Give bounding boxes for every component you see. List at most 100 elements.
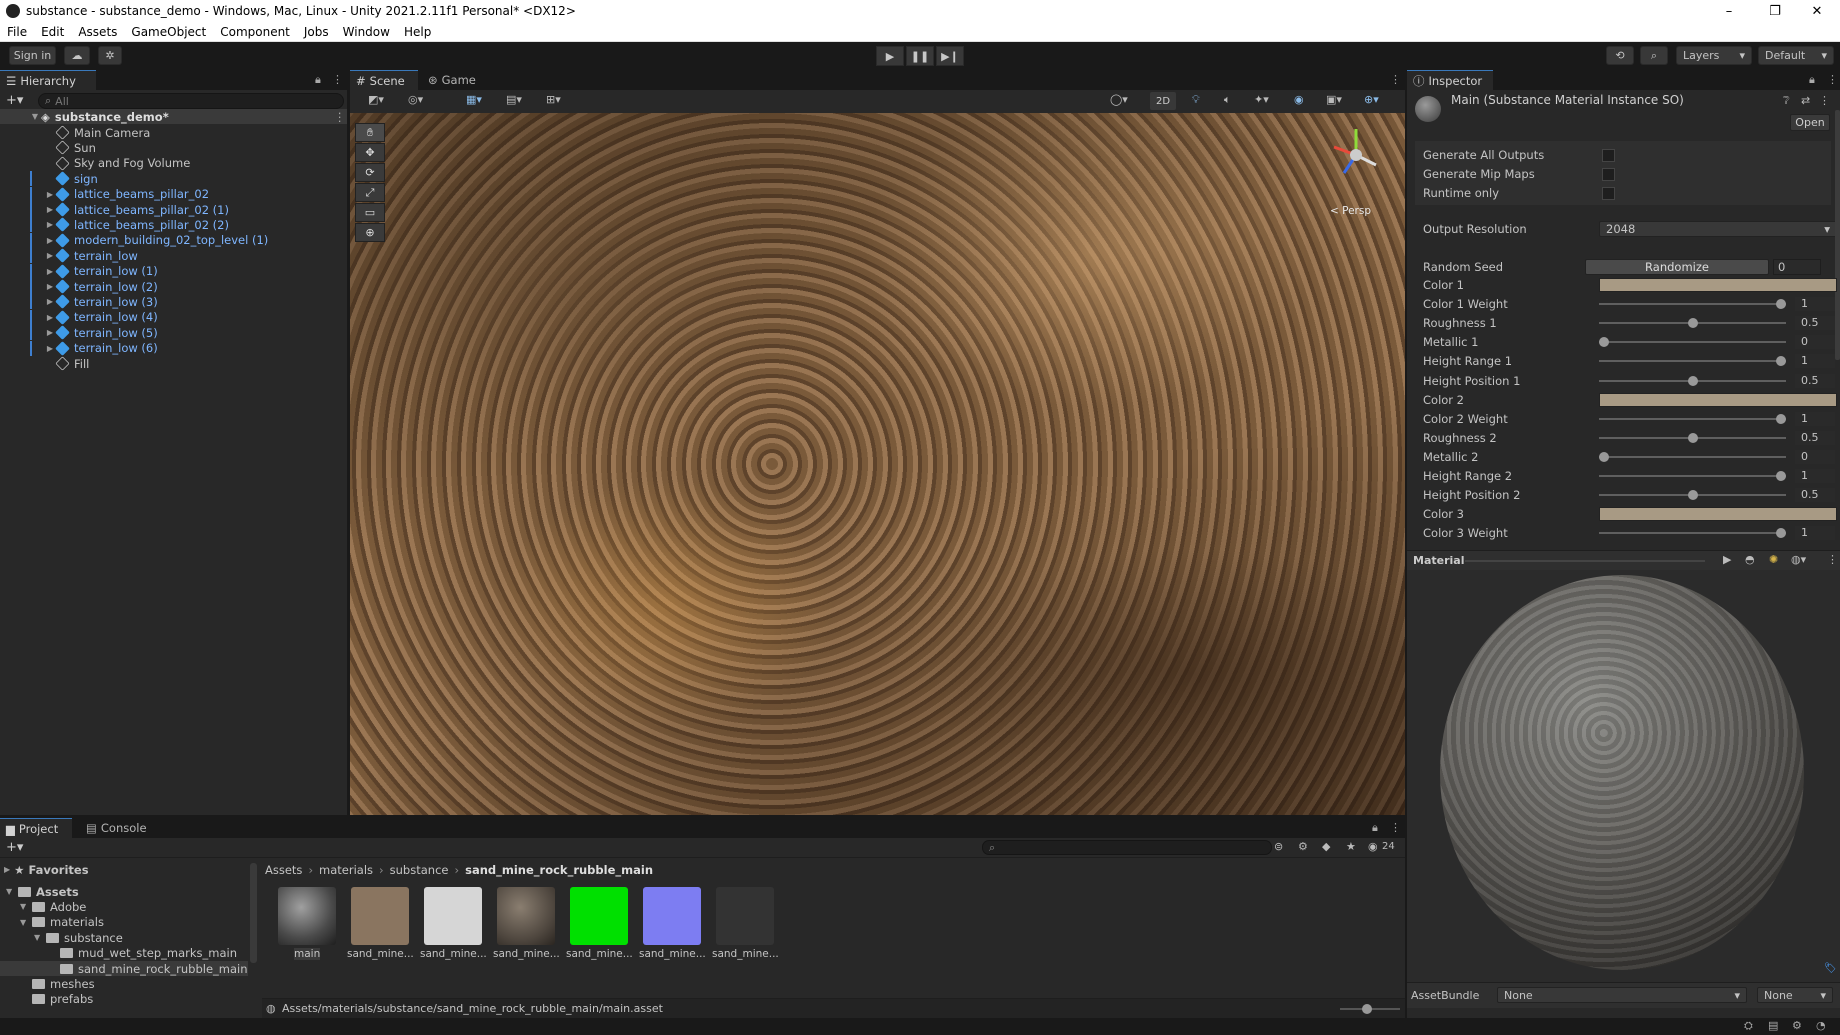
assetbundle-variant-dropdown[interactable]: None ▾ xyxy=(1757,987,1833,1003)
hierarchy-item[interactable]: ▶ lattice_beams_pillar_02 (1) xyxy=(0,202,347,217)
project-search-input[interactable]: ⌕ xyxy=(982,840,1272,855)
orientation-icon[interactable]: ◯▾ xyxy=(1110,93,1128,106)
asset-label[interactable]: sand_mine... xyxy=(493,948,560,960)
grid-snap-icon[interactable]: ▦▾ xyxy=(466,93,482,106)
2d-toggle-button[interactable]: 2D xyxy=(1150,92,1176,110)
menu-gameobject[interactable]: GameObject xyxy=(124,25,213,39)
progress-icon[interactable]: ◔ xyxy=(1816,1019,1826,1032)
kebab-menu-icon[interactable]: ⋮ xyxy=(334,110,346,124)
draw-mode-icon[interactable]: ◩▾ xyxy=(368,93,384,106)
slider-value-field[interactable]: 1 xyxy=(1795,354,1835,369)
kebab-menu-icon[interactable]: ⋮ xyxy=(1390,821,1401,834)
hidden-count-icon[interactable]: ◉ xyxy=(1368,840,1378,853)
cache-server-icon[interactable]: ▤ xyxy=(1768,1019,1778,1032)
audio-icon[interactable]: 🔈︎ xyxy=(1224,93,1231,107)
debug-icon[interactable]: ⚙︎ xyxy=(1792,1019,1802,1032)
tab-hierarchy[interactable]: ☰ Hierarchy xyxy=(0,70,96,90)
persp-label[interactable]: < Persp xyxy=(1330,205,1371,217)
step-button[interactable]: ▶❙ xyxy=(936,46,964,66)
project-tree-item[interactable]: sand_mine_rock_rubble_main xyxy=(0,961,248,976)
gizmos-icon[interactable]: ⊕▾ xyxy=(1364,93,1379,106)
output-resolution-dropdown[interactable]: 2048 ▾ xyxy=(1599,221,1837,237)
material-preview-area[interactable]: 🏷︎ xyxy=(1407,570,1840,983)
tag-icon[interactable]: ◆ xyxy=(1322,840,1330,853)
expand-arrow-icon[interactable]: ▼ xyxy=(20,918,32,927)
layout-dropdown[interactable]: Default ▾ xyxy=(1758,46,1834,65)
search-by-type-icon[interactable]: ⊜ xyxy=(1274,840,1283,853)
lock-icon[interactable]: 🔒︎ xyxy=(1372,821,1378,835)
tab-scene[interactable]: # Scene xyxy=(350,70,418,90)
move-tool-button[interactable]: ✥ xyxy=(355,143,385,162)
runtime-only-checkbox[interactable] xyxy=(1602,186,1615,200)
asset-thumbnail[interactable] xyxy=(278,887,336,945)
project-tree-item[interactable]: ▼ substance xyxy=(0,930,248,945)
collab-status-icon[interactable]: ⛭ xyxy=(1744,1019,1753,1033)
thumbnail-size-knob[interactable] xyxy=(1362,1004,1372,1014)
expand-arrow-icon[interactable]: ▶ xyxy=(44,282,56,291)
collab-icon[interactable]: ✲ xyxy=(98,46,122,65)
project-tree-item[interactable]: meshes xyxy=(0,976,248,991)
asset-thumbnail[interactable] xyxy=(570,887,628,945)
sign-in-button[interactable]: Sign in xyxy=(9,46,56,65)
hierarchy-item[interactable]: sign xyxy=(0,171,347,187)
generate-mip-maps-checkbox[interactable] xyxy=(1602,167,1615,181)
lock-icon[interactable]: 🔒︎ xyxy=(315,73,321,87)
menu-edit[interactable]: Edit xyxy=(34,25,71,39)
orientation-gizmo-icon[interactable] xyxy=(1318,121,1394,191)
shading-icon[interactable]: ◎▾ xyxy=(408,93,423,106)
expand-arrow-icon[interactable]: ▶ xyxy=(44,344,56,353)
hierarchy-item[interactable]: ▶ terrain_low (3) xyxy=(0,294,347,310)
slider-knob[interactable] xyxy=(1599,451,1609,462)
asset-label[interactable]: sand_mine... xyxy=(712,948,779,960)
asset-thumbnail[interactable] xyxy=(716,887,774,945)
hierarchy-item[interactable]: ▶ modern_building_02_top_level (1) xyxy=(0,232,347,248)
expand-arrow-icon[interactable]: ▶ xyxy=(44,220,56,229)
open-button[interactable]: Open xyxy=(1790,114,1830,131)
asset-label[interactable]: sand_mine... xyxy=(347,948,414,960)
slider-value-field[interactable]: 1 xyxy=(1795,469,1835,483)
play-button[interactable]: ▶ xyxy=(876,46,904,66)
breadcrumb-materials[interactable]: materials xyxy=(319,863,373,877)
asset-thumbnail[interactable] xyxy=(643,887,701,945)
scale-tool-button[interactable]: ⤢ xyxy=(355,183,385,202)
slider-knob[interactable] xyxy=(1687,490,1698,501)
preview-mesh-icon[interactable]: ◓ xyxy=(1745,553,1755,566)
project-tree-item[interactable]: ▼ Assets xyxy=(0,884,248,899)
breadcrumb-substance[interactable]: substance xyxy=(390,863,449,877)
expand-arrow-icon[interactable]: ▶ xyxy=(44,251,56,260)
favorites-row[interactable]: ▶ ★ Favorites xyxy=(4,862,89,877)
hierarchy-item[interactable]: ▶ terrain_low xyxy=(0,248,347,264)
asset-label[interactable]: sand_mine... xyxy=(566,948,633,960)
hierarchy-item[interactable]: ▶ terrain_low (5) xyxy=(0,325,347,341)
hierarchy-item[interactable]: Fill xyxy=(0,356,347,371)
expand-arrow-icon[interactable]: ▶ xyxy=(44,267,56,276)
pause-button[interactable]: ❚❚ xyxy=(906,46,934,66)
label-tag-icon[interactable]: 🏷︎ xyxy=(1824,963,1837,974)
hierarchy-item[interactable]: ▶ terrain_low (1) xyxy=(0,263,347,279)
slider-knob[interactable] xyxy=(1776,299,1786,310)
favorite-star-icon[interactable]: ★ xyxy=(1346,840,1356,853)
tree-scrollbar[interactable] xyxy=(250,863,257,963)
expand-arrow-icon[interactable]: ▶ xyxy=(44,236,56,245)
preview-light-icon[interactable]: ✺ xyxy=(1769,553,1778,566)
transform-tool-button[interactable]: ⊕ xyxy=(355,223,385,242)
hierarchy-search-input[interactable]: ⌕ All xyxy=(38,93,344,109)
expand-arrow-icon[interactable]: ▶ xyxy=(44,328,56,337)
slider-track[interactable] xyxy=(1599,532,1786,535)
expand-arrow-icon[interactable]: ▼ xyxy=(6,887,18,896)
preset-icon[interactable]: ⇄ xyxy=(1801,94,1810,107)
layers-dropdown[interactable]: Layers ▾ xyxy=(1676,46,1752,65)
expand-arrow-icon[interactable]: ▶ xyxy=(44,313,56,322)
expand-arrow-icon[interactable]: ▶ xyxy=(44,205,56,214)
rect-tool-button[interactable]: ▭ xyxy=(355,203,385,222)
asset-label[interactable]: sand_mine... xyxy=(420,948,487,960)
kebab-menu-icon[interactable]: ⋮ xyxy=(1390,73,1401,86)
preview-resize-handle[interactable] xyxy=(1465,560,1705,562)
menu-component[interactable]: Component xyxy=(213,25,297,39)
history-icon[interactable]: ⟲ xyxy=(1606,46,1634,65)
inspector-scrollbar[interactable] xyxy=(1835,110,1840,360)
kebab-menu-icon[interactable]: ⋮ xyxy=(1827,73,1838,86)
expand-arrow-icon[interactable]: ▼ xyxy=(29,112,41,121)
menu-window[interactable]: Window xyxy=(336,25,397,39)
search-icon[interactable]: ⌕ xyxy=(1640,46,1668,65)
